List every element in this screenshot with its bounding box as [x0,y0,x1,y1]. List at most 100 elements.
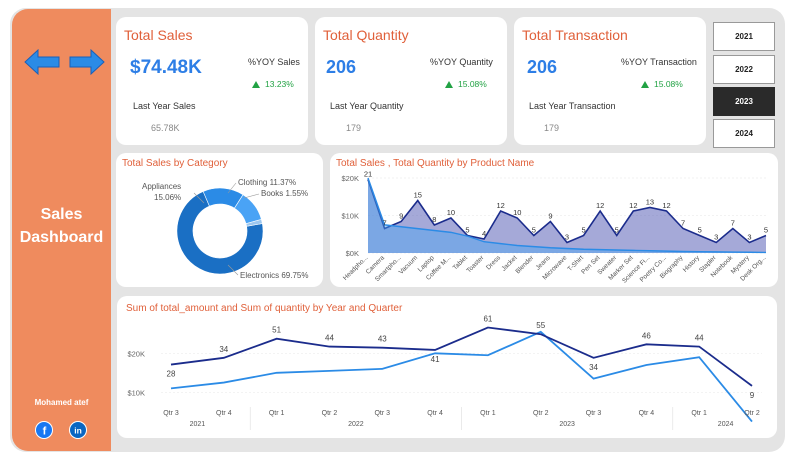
kpi-title: Total Sales [124,27,193,43]
kpi-yoy-label: %YOY Sales [248,57,300,67]
quantity-data-label: 7 [681,219,685,228]
product-area-chart: $0K $10K $20K 21 7 9 15 8 10 5 4 12 10 5 9 3 5 12 5 12 13 12 7… [341,170,768,285]
up-triangle-icon [641,81,649,88]
kpi-card-total-sales: Total Sales $74.48K %YOY Sales 13.23% La… [116,17,308,145]
dashboard-title-line1: Sales [40,206,83,223]
kpi-ly-label: Last Year Transaction [529,101,616,111]
quarter-tick-label: Qtr 1 [691,410,707,417]
year-group-label: 2021 [190,421,206,428]
kpi-yoy-value: 15.08% [458,79,487,89]
quarter-tick-label: Qtr 2 [744,410,760,417]
kpi-yoy-value: 13.23% [265,79,294,89]
kpi-yoy-label: %YOY Transaction [621,57,697,67]
quantity-data-label: 3 [714,233,718,242]
kpi-yoy-label: %YOY Quantity [430,57,493,67]
year-button-2024[interactable]: 2024 [713,119,775,148]
linkedin-icon[interactable]: in [69,421,87,439]
product-chart-panel: Total Sales , Total Quantity by Product … [330,153,778,287]
quantity-data-label: 9 [548,212,552,221]
quarter-tick-label: Qtr 2 [322,410,338,417]
quantity-data-label: 5 [764,226,768,235]
kpi-value: 206 [527,57,558,77]
quantity-data-label: 7 [731,219,735,228]
dashboard-title-line2: Dashboard [19,229,104,246]
kpi-ly-value: 65.78K [151,123,180,133]
donut-label-clothing: Clothing 11.37% [238,178,296,187]
svg-text:f: f [43,426,47,438]
quantity-data-label: 34 [219,345,228,354]
year-button-2023[interactable]: 2023 [713,87,775,116]
y-tick-label: $20K [127,349,145,358]
quarter-tick-label: Qtr 4 [427,410,443,417]
quantity-data-label: 5 [615,226,619,235]
quantity-data-label: 44 [325,334,334,343]
quarter-chart-panel: Sum of total_amount and Sum of quantity … [117,296,777,438]
y-tick-label: $20K [341,174,359,183]
quantity-data-label: 12 [496,201,504,210]
donut-label-books: Books 1.55% [261,189,308,198]
quantity-data-label: 4 [482,229,486,238]
quantity-data-label: 28 [167,370,176,379]
sidebar: Sales Dashboard Mohamed atef f in [12,9,111,451]
year-group-label: 2024 [718,421,734,428]
x-tick-label: Blender [514,254,535,275]
year-button-2021[interactable]: 2021 [713,22,775,51]
x-tick-label: Dress [485,254,502,271]
kpi-ly-value: 179 [544,123,560,133]
quantity-data-label: 41 [431,355,440,364]
quantity-data-label: 12 [662,201,670,210]
kpi-title: Total Quantity [323,27,409,43]
kpi-yoy: 15.08% [641,79,683,89]
quantity-data-label: 13 [646,198,654,207]
up-triangle-icon [445,81,453,88]
up-triangle-icon [252,81,260,88]
donut-leader-books [243,193,260,199]
quarter-tick-label: Qtr 2 [533,410,549,417]
quantity-data-label: 5 [532,226,536,235]
quantity-data-label: 9 [750,391,755,400]
donut-label-electronics: Electronics 69.75% [240,271,308,280]
x-tick-label: Toaster [465,254,486,275]
quantity-data-label: 9 [399,212,403,221]
quantity-data-label: 10 [513,208,521,217]
quantity-data-label: 34 [589,363,598,372]
quantity-data-label: 46 [642,331,651,340]
quantity-data-label: 43 [378,335,387,344]
author-name: Mohamed atef [34,398,89,407]
quantity-data-label: 5 [698,226,702,235]
quarter-line-chart: $10K $20K 28 34 51 44 43 41 61 55 34 46 44 9 Qtr 3 Qtr … [127,314,762,430]
y-tick-label: $10K [341,212,359,221]
kpi-value: $74.48K [130,57,202,78]
kpi-ly-label: Last Year Quantity [330,101,404,111]
category-donut-chart: Appliances 15.06% Clothing 11.37% Books … [142,178,308,280]
quantity-data-label: 51 [272,326,281,335]
quantity-data-label: 15 [414,191,422,200]
svg-text:in: in [74,426,82,436]
quarter-tick-label: Qtr 1 [480,410,496,417]
year-button-2022[interactable]: 2022 [713,55,775,84]
quantity-data-label: 12 [629,201,637,210]
arrow-left-icon[interactable] [24,49,60,75]
quarter-tick-label: Qtr 4 [216,410,232,417]
kpi-ly-label: Last Year Sales [133,101,196,111]
y-tick-label: $0K [346,249,359,258]
quarter-tick-label: Qtr 3 [163,410,179,417]
quantity-data-label: 8 [432,215,436,224]
donut-label-appliances-pct: 15.06% [154,193,181,202]
quantity-data-label: 3 [565,233,569,242]
kpi-yoy-value: 15.08% [654,79,683,89]
arrow-right-icon[interactable] [69,49,105,75]
kpi-value: 206 [326,57,357,77]
donut-label-appliances-name: Appliances [142,182,181,191]
quantity-data-label: 61 [483,314,492,323]
kpi-card-total-quantity: Total Quantity 206 %YOY Quantity 15.08% … [315,17,507,145]
kpi-card-total-transaction: Total Transaction 206 %YOY Transaction 1… [514,17,706,145]
quantity-data-label: 3 [747,233,751,242]
x-tick-label: Vacuum [398,254,419,275]
year-group-label: 2023 [559,421,575,428]
kpi-yoy: 15.08% [445,79,487,89]
facebook-icon[interactable]: f [35,421,53,439]
quarter-tick-label: Qtr 3 [374,410,390,417]
quantity-data-label: 7 [382,219,386,228]
quantity-data-label: 5 [581,226,585,235]
